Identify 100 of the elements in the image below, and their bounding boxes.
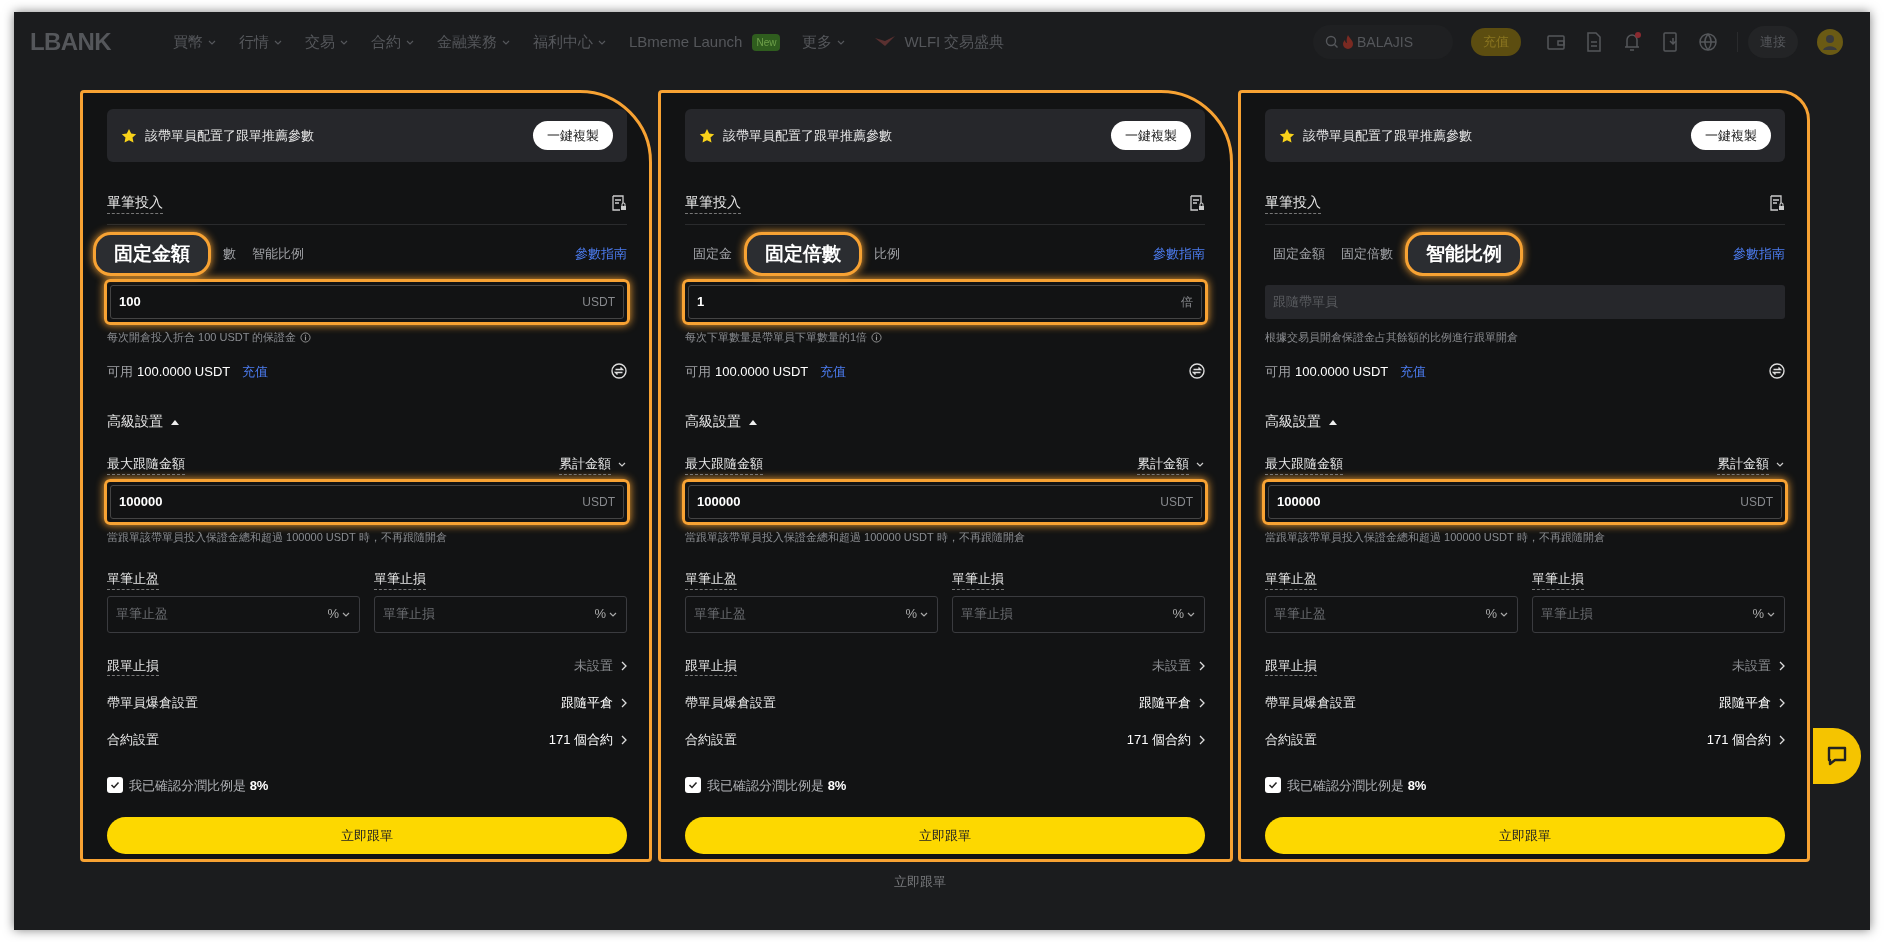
follow-button[interactable]: 立即跟單 [1265, 817, 1785, 854]
chevron-right-icon [621, 698, 627, 708]
max-amount-field[interactable]: 100000 USDT [110, 484, 624, 519]
flame-icon [1343, 35, 1353, 49]
deposit-link[interactable]: 充值 [820, 361, 847, 381]
hint-text: 根據交易員開倉保證金占其餘額的比例進行跟單開倉 [1265, 330, 1518, 345]
hint-text: 當跟單該帶單員投入保證金總和超過 100000 USDT 時，不再跟隨開倉 [685, 529, 1026, 545]
unit-label: USDT [1740, 493, 1773, 511]
unit-dropdown[interactable]: % [1485, 604, 1509, 624]
follow-button[interactable]: 立即跟單 [685, 817, 1205, 854]
banner-text: 該帶單員配置了跟單推薦參數 [1303, 126, 1472, 145]
checkbox[interactable] [1265, 777, 1281, 794]
percent-field[interactable]: 單筆止損 % [374, 595, 627, 633]
field-label: 最大跟隨金額 [1265, 454, 1343, 475]
mode-tab[interactable]: 智能比例 [1405, 232, 1523, 276]
document-lock-icon [1189, 195, 1205, 211]
deposit-link[interactable]: 充值 [242, 361, 269, 381]
unit-dropdown[interactable]: % [905, 604, 929, 624]
chat-button[interactable] [1813, 728, 1861, 784]
unit-dropdown[interactable]: % [327, 604, 351, 624]
advanced-toggle[interactable]: 高級設置 [1265, 411, 1785, 432]
settings-row[interactable]: 跟單止損 未設置 [1265, 654, 1785, 678]
checkbox[interactable] [685, 777, 701, 794]
mode-dropdown[interactable]: 累計金額 [1717, 454, 1785, 475]
row-value: 171 個合約 [1706, 731, 1771, 750]
copy-button[interactable]: 一鍵複製 [1111, 121, 1191, 150]
row-label: 跟單止損 [1265, 655, 1317, 677]
mode-tab[interactable]: 固定金 [685, 244, 740, 264]
transfer-icon[interactable] [611, 363, 627, 380]
star-icon [699, 127, 715, 144]
available-label: 可用 [685, 362, 711, 381]
deposit-link[interactable]: 充值 [1400, 361, 1427, 381]
transfer-icon[interactable] [1769, 363, 1785, 380]
mode-tab[interactable]: 數 [215, 244, 244, 264]
settings-row[interactable]: 帶單員爆倉設置 跟隨平倉 [1265, 691, 1785, 715]
copy-button[interactable]: 一鍵複製 [1691, 121, 1771, 150]
settings-row[interactable]: 合約設置 171 個合約 [1265, 728, 1785, 752]
available-label: 可用 [107, 362, 133, 381]
max-amount-field[interactable]: 100000 USDT [688, 484, 1202, 519]
available-value: 100.0000 USDT [715, 362, 809, 381]
percent-field[interactable]: 單筆止損 % [952, 595, 1205, 633]
follow-button[interactable]: 立即跟單 [107, 817, 627, 854]
unit-label: USDT [582, 493, 615, 511]
mode-tab[interactable]: 固定金額 [1265, 244, 1333, 264]
row-value: 跟隨平倉 [561, 694, 613, 713]
unit-dropdown[interactable]: % [1752, 604, 1776, 624]
hint-text: 每次開倉投入折合 100 USDT 的保證金 [107, 330, 297, 345]
document-lock-icon [1769, 195, 1785, 211]
new-badge: New [752, 33, 781, 51]
unit-dropdown[interactable]: % [1172, 604, 1196, 624]
section-title: 單筆投入 [1265, 192, 1321, 214]
percent-field[interactable]: 單筆止盈 % [1265, 595, 1518, 633]
star-icon [1279, 127, 1295, 144]
checkbox[interactable] [107, 777, 123, 794]
mode-tab[interactable]: 固定金額 [93, 232, 211, 276]
chevron-right-icon [1199, 735, 1205, 745]
guide-link[interactable]: 參數指南 [1733, 244, 1785, 264]
follow-button[interactable]: 立即跟單 [894, 872, 946, 892]
row-label: 合約設置 [107, 731, 159, 750]
settings-row[interactable]: 合約設置 171 個合約 [107, 728, 627, 752]
advanced-toggle[interactable]: 高級設置 [107, 411, 627, 432]
settings-row[interactable]: 帶單員爆倉設置 跟隨平倉 [107, 691, 627, 715]
unit-label: USDT [1160, 493, 1193, 511]
mode-dropdown[interactable]: 累計金額 [1137, 454, 1205, 475]
mode-tab[interactable]: 比例 [866, 244, 908, 264]
mode-tab[interactable]: 固定倍數 [1333, 244, 1401, 264]
check-icon [110, 780, 120, 791]
chevron-right-icon [1199, 698, 1205, 708]
amount-field[interactable]: 100 USDT [110, 285, 624, 319]
settings-row[interactable]: 帶單員爆倉設置 跟隨平倉 [685, 691, 1205, 715]
chevron-right-icon [1199, 661, 1205, 671]
available-label: 可用 [1265, 362, 1291, 381]
settings-row[interactable]: 跟單止損 未設置 [107, 654, 627, 678]
triangle-up-icon [749, 418, 757, 425]
percent-field[interactable]: 單筆止損 % [1532, 595, 1785, 633]
confirm-text: 我已確認分潤比例是 8% [129, 776, 269, 795]
check-icon [688, 780, 698, 791]
field-label: 單筆止損 [952, 569, 1004, 590]
row-value: 未設置 [574, 657, 613, 676]
percent-field[interactable]: 單筆止盈 % [685, 595, 938, 633]
copy-button[interactable]: 一鍵複製 [533, 121, 613, 150]
mode-tab[interactable]: 固定倍數 [744, 232, 862, 276]
mode-tab[interactable]: 智能比例 [244, 244, 312, 264]
guide-link[interactable]: 參數指南 [1153, 244, 1205, 264]
max-amount-field[interactable]: 100000 USDT [1268, 484, 1782, 519]
guide-link[interactable]: 參數指南 [575, 244, 627, 264]
row-label: 帶單員爆倉設置 [685, 694, 776, 713]
settings-row[interactable]: 合約設置 171 個合約 [685, 728, 1205, 752]
unit-dropdown[interactable]: % [594, 604, 618, 624]
advanced-toggle[interactable]: 高級設置 [685, 411, 1205, 432]
row-value: 未設置 [1152, 657, 1191, 676]
transfer-icon[interactable] [1189, 363, 1205, 380]
percent-field[interactable]: 單筆止盈 % [107, 595, 360, 633]
chevron-right-icon [1779, 735, 1785, 745]
field-label: 單筆止損 [374, 569, 426, 590]
mode-dropdown[interactable]: 累計金額 [559, 454, 627, 475]
field-label: 單筆止盈 [685, 569, 737, 590]
settings-row[interactable]: 跟單止損 未設置 [685, 654, 1205, 678]
chevron-right-icon [1779, 698, 1785, 708]
amount-field[interactable]: 1 倍 [688, 285, 1202, 319]
